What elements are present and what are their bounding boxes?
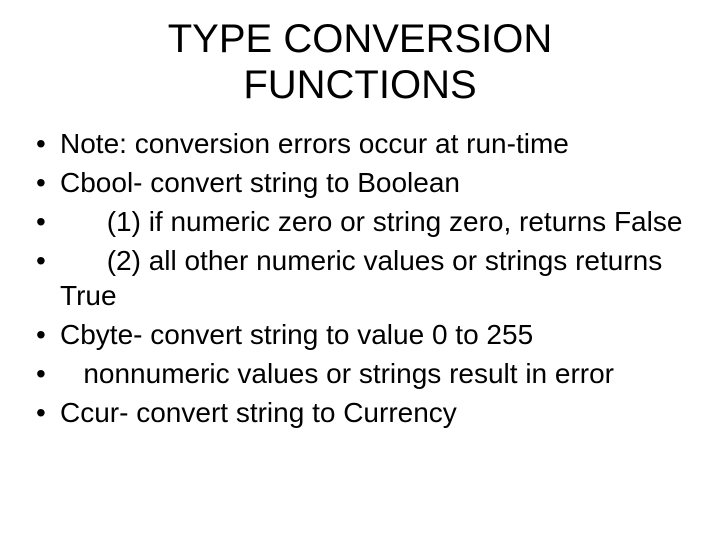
list-item: nonnumeric values or strings result in e… xyxy=(30,356,690,391)
list-item: (1) if numeric zero or string zero, retu… xyxy=(30,204,690,239)
bullet-text: Cbool- convert string to Boolean xyxy=(60,167,460,198)
list-item: Note: conversion errors occur at run-tim… xyxy=(30,126,690,161)
list-item: Ccur- convert string to Currency xyxy=(30,395,690,430)
bullet-text: Ccur- convert string to Currency xyxy=(60,397,457,428)
bullet-text: (2) all other numeric values or strings … xyxy=(60,245,716,311)
list-item: Cbool- convert string to Boolean xyxy=(30,165,690,200)
list-item: (2) all other numeric values or strings … xyxy=(30,243,690,313)
title-line-1: TYPE CONVERSION xyxy=(168,17,553,61)
bullet-text: (1) if numeric zero or string zero, retu… xyxy=(60,206,682,237)
bullet-text: Cbyte- convert string to value 0 to 255 xyxy=(60,319,533,350)
slide-title: TYPE CONVERSION FUNCTIONS xyxy=(20,16,700,108)
bullet-text: nonnumeric values or strings result in e… xyxy=(60,358,614,389)
list-item: Cbyte- convert string to value 0 to 255 xyxy=(30,317,690,352)
slide: TYPE CONVERSION FUNCTIONS Note: conversi… xyxy=(0,0,720,540)
bullet-text: Note: conversion errors occur at run-tim… xyxy=(60,128,569,159)
title-line-2: FUNCTIONS xyxy=(243,63,476,107)
bullet-list: Note: conversion errors occur at run-tim… xyxy=(20,126,700,430)
